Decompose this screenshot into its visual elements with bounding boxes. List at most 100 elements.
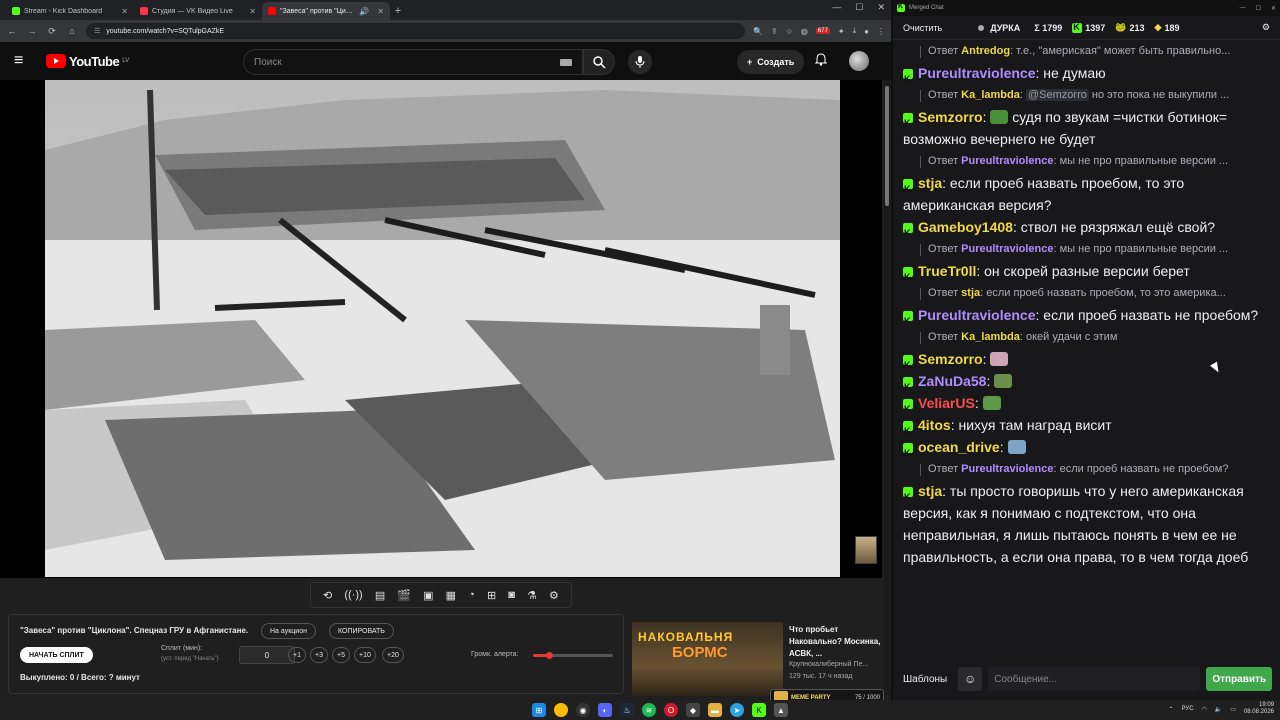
speed-icon[interactable]: ◔ (468, 589, 475, 601)
close-window-icon[interactable]: ✕ (1271, 5, 1276, 12)
discord-icon[interactable]: ◐ (598, 703, 612, 717)
increment-10-button[interactable]: +10 (354, 647, 376, 663)
forward-icon[interactable]: → (26, 26, 38, 36)
notifications-bell-icon[interactable] (814, 53, 828, 69)
scrollbar-thumb[interactable] (885, 86, 889, 206)
chat-username[interactable]: Gameboy1408 (918, 219, 1013, 235)
tab-vk-studio[interactable]: Студия — VK Видео Live ✕ (134, 2, 262, 20)
recommended-channel[interactable]: Крупнокалиберный Пе... (789, 661, 868, 668)
zoom-icon[interactable]: 🔍 (753, 27, 763, 36)
maximize-icon[interactable]: ☐ (1256, 5, 1261, 12)
clapper-icon[interactable]: 🎬 (397, 589, 411, 602)
slider-knob[interactable] (546, 652, 553, 659)
menu-icon[interactable]: ⋮ (877, 27, 885, 36)
keyboard-icon[interactable] (560, 58, 572, 66)
chat-username[interactable]: VeliarUS (918, 395, 975, 411)
end-card-thumbnail[interactable] (855, 536, 877, 564)
gamepad-icon[interactable]: ◆ (686, 703, 700, 717)
spotify-icon[interactable]: ≋ (642, 703, 656, 717)
opera-icon[interactable]: O (664, 703, 678, 717)
search-input[interactable]: Поиск (243, 49, 583, 75)
back-icon[interactable]: ← (6, 26, 18, 36)
chat-username[interactable]: stja (918, 175, 942, 191)
steam-icon[interactable]: ♨ (620, 703, 634, 717)
tool-app-icon[interactable]: ▲ (774, 703, 788, 717)
close-tab-icon[interactable]: ✕ (121, 7, 128, 16)
send-button[interactable]: Отправить (1206, 667, 1273, 691)
split-minutes-input[interactable]: 0 (239, 646, 295, 664)
auction-button[interactable]: На аукцион (261, 623, 316, 639)
subtitles-icon[interactable]: ▤ (375, 589, 385, 602)
voice-search-button[interactable] (628, 50, 652, 74)
address-bar[interactable]: ☰ youtube.com/watch?v=SQTulpGAZkE (86, 23, 746, 39)
settings-icon[interactable]: ⚙ (549, 589, 559, 602)
chat-username[interactable]: 4itos (918, 417, 951, 433)
recommended-thumbnail[interactable]: НАКОВАЛЬНЯ БОРМС (632, 622, 783, 696)
video-player[interactable] (0, 80, 882, 578)
chat-username[interactable]: ocean_drive (918, 439, 1000, 455)
chat-username[interactable]: Semzorro (918, 351, 983, 367)
extension-icon[interactable]: ◍ (801, 27, 808, 36)
chat-username[interactable]: ZaNuDa58 (918, 373, 986, 389)
reload-icon[interactable]: ⟳ (46, 26, 58, 37)
copy-button[interactable]: КОПИРОВАТЬ (329, 623, 394, 639)
increment-3-button[interactable]: +3 (310, 647, 328, 663)
menu-burger-icon[interactable]: ≡ (14, 52, 38, 70)
chat-message-input[interactable]: Сообщение... (988, 667, 1201, 691)
film-icon[interactable]: ▦ (446, 589, 456, 602)
reply-username[interactable]: Ka_lambda (961, 331, 1020, 343)
clear-chat-button[interactable]: Очистить (903, 23, 942, 33)
search-button[interactable] (583, 49, 615, 75)
download-icon[interactable]: ⤓ (853, 26, 857, 36)
close-window-icon[interactable]: ✕ (877, 2, 885, 13)
input-language[interactable]: РУС (1182, 706, 1194, 712)
mention-tag[interactable]: @Semzorro (1026, 89, 1089, 101)
chat-settings-icon[interactable]: ⚙ (1262, 22, 1270, 33)
profile-icon[interactable]: ● (864, 27, 869, 36)
explorer-icon[interactable]: ▬ (708, 703, 722, 717)
volume-icon[interactable]: 🔈 (1215, 706, 1222, 713)
tab-kick-dashboard[interactable]: Stream - Kick Dashboard ✕ (6, 2, 134, 20)
telegram-icon[interactable]: ➤ (730, 703, 744, 717)
clock[interactable]: 19:09 08.08.2026 (1244, 702, 1274, 716)
chat-username[interactable]: Pureultraviolence (918, 65, 1036, 81)
minimize-icon[interactable]: — (832, 2, 841, 13)
reply-username[interactable]: Ka_lambda (961, 89, 1020, 101)
wifi-icon[interactable]: ◠ (1202, 706, 1207, 713)
templates-button[interactable]: Шаблоны (898, 674, 952, 685)
tray-chevron-icon[interactable]: ⌃ (1169, 706, 1174, 713)
increment-20-button[interactable]: +20 (382, 647, 404, 663)
reply-username[interactable]: Pureultraviolence (961, 463, 1053, 475)
recommended-video[interactable]: НАКОВАЛЬНЯ БОРМС Что пробьет Наковально?… (632, 622, 884, 696)
increment-5-button[interactable]: +5 (332, 647, 350, 663)
chat-username[interactable]: Semzorro (918, 109, 983, 125)
site-info-icon[interactable]: ☰ (94, 27, 100, 35)
reply-username[interactable]: Pureultraviolence (961, 243, 1053, 255)
add-clip-icon[interactable]: ⊞ (487, 589, 496, 602)
youtube-logo[interactable]: YouTube LV (46, 54, 129, 69)
reply-username[interactable]: stja (961, 287, 980, 299)
flask-icon[interactable]: ⚗ (527, 589, 537, 602)
increment-1-button[interactable]: +1 (288, 647, 306, 663)
chrome-icon[interactable] (554, 703, 568, 717)
chat-username[interactable]: TrueTr0ll (918, 263, 976, 279)
emoji-picker-icon[interactable]: ☺ (958, 667, 983, 691)
obs-icon[interactable]: ◉ (576, 703, 590, 717)
close-tab-icon[interactable]: ✕ (249, 7, 256, 16)
kick-app-icon[interactable]: K (752, 703, 766, 717)
share-icon[interactable]: ⇪ (771, 27, 778, 36)
reply-username[interactable]: Pureultraviolence (961, 155, 1053, 167)
chat-username[interactable]: Pureultraviolence (918, 307, 1036, 323)
minimize-icon[interactable]: — (1240, 5, 1246, 12)
recommended-title[interactable]: Что пробьет Наковально? Мосинка, АСВК, .… (789, 624, 884, 660)
speaker-icon[interactable]: 🔊 (359, 7, 369, 16)
broadcast-icon[interactable]: ((·)) (344, 589, 362, 601)
extension-badge[interactable]: 677 (815, 28, 830, 34)
screen-icon[interactable]: ▣ (423, 589, 433, 602)
maximize-icon[interactable]: ☐ (855, 2, 863, 13)
home-icon[interactable]: ⌂ (66, 26, 78, 36)
reply-username[interactable]: Antredog (961, 45, 1010, 57)
bookmark-icon[interactable]: ☆ (786, 27, 793, 36)
camera-icon[interactable]: ◙ (508, 589, 515, 601)
close-tab-icon[interactable]: ✕ (377, 7, 384, 16)
